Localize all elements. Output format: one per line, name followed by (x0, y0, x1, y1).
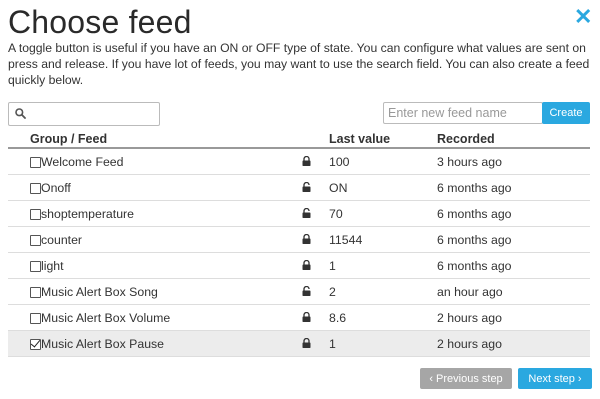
dialog-description: A toggle button is useful if you have an… (8, 41, 590, 87)
column-header-group-feed: Group / Feed (8, 131, 329, 149)
feed-recorded: 2 hours ago (437, 304, 590, 331)
feed-name: Music Alert Box Volume (41, 304, 299, 331)
table-row[interactable]: Welcome Feed 100 3 hours ago (8, 148, 590, 175)
feed-name: Onoff (41, 174, 299, 201)
row-checkbox-cell[interactable] (8, 252, 41, 279)
feeds-table: Group / Feed Last value Recorded Welcome… (8, 131, 590, 357)
create-button[interactable]: Create (542, 102, 590, 124)
feed-recorded: an hour ago (437, 278, 590, 305)
feed-recorded: 6 months ago (437, 226, 590, 253)
row-checkbox-cell[interactable] (8, 174, 41, 201)
row-checkbox-cell[interactable] (8, 226, 41, 253)
unlock-icon (302, 285, 311, 299)
lock-cell (299, 304, 329, 331)
row-checkbox[interactable] (30, 286, 41, 298)
next-step-button[interactable]: Next step › (518, 368, 592, 389)
row-checkbox[interactable] (30, 260, 41, 272)
table-row[interactable]: Onoff ON 6 months ago (8, 174, 590, 201)
feed-recorded: 6 months ago (437, 200, 590, 227)
lock-icon (302, 337, 311, 351)
column-header-recorded: Recorded (437, 131, 590, 149)
row-checkbox[interactable] (30, 312, 41, 324)
lock-cell (299, 174, 329, 201)
row-checkbox-cell[interactable] (8, 304, 41, 331)
search-icon (15, 108, 26, 119)
row-checkbox-cell[interactable] (8, 330, 41, 357)
row-checkbox[interactable] (30, 182, 41, 194)
feed-name: Welcome Feed (41, 148, 299, 175)
lock-icon (302, 233, 311, 247)
table-row[interactable]: light 1 6 months ago (8, 252, 590, 279)
row-checkbox[interactable] (30, 234, 41, 246)
feed-last-value: 8.6 (329, 304, 437, 331)
page-title: Choose feed (8, 4, 192, 40)
table-row[interactable]: Music Alert Box Song 2 an hour ago (8, 278, 590, 305)
unlock-icon (302, 181, 311, 195)
unlock-icon (302, 207, 311, 221)
feed-name: light (41, 252, 299, 279)
row-checkbox-cell[interactable] (8, 200, 41, 227)
feed-last-value: 70 (329, 200, 437, 227)
feed-last-value: 1 (329, 252, 437, 279)
lock-cell (299, 200, 329, 227)
feed-last-value: 2 (329, 278, 437, 305)
lock-icon (302, 155, 311, 169)
row-checkbox[interactable] (30, 156, 41, 168)
feed-recorded: 2 hours ago (437, 330, 590, 357)
feed-name: shoptemperature (41, 200, 299, 227)
table-row[interactable]: Music Alert Box Pause 1 2 hours ago (8, 330, 590, 357)
feed-last-value: 11544 (329, 226, 437, 253)
row-checkbox-cell[interactable] (8, 148, 41, 175)
feed-name: counter (41, 226, 299, 253)
new-feed-input[interactable] (383, 102, 543, 124)
lock-cell (299, 148, 329, 175)
lock-icon (302, 311, 311, 325)
feed-recorded: 6 months ago (437, 174, 590, 201)
previous-step-button[interactable]: ‹ Previous step (420, 368, 512, 389)
table-row[interactable]: Music Alert Box Volume 8.6 2 hours ago (8, 304, 590, 331)
table-header-row: Group / Feed Last value Recorded (8, 131, 590, 149)
feed-last-value: ON (329, 174, 437, 201)
feed-last-value: 100 (329, 148, 437, 175)
row-checkbox-cell[interactable] (8, 278, 41, 305)
table-row[interactable]: shoptemperature 70 6 months ago (8, 200, 590, 227)
feed-name: Music Alert Box Song (41, 278, 299, 305)
row-checkbox[interactable] (30, 208, 41, 220)
feed-last-value: 1 (329, 330, 437, 357)
close-icon[interactable]: ✕ (574, 6, 592, 28)
lock-cell (299, 330, 329, 357)
lock-icon (302, 259, 311, 273)
feed-recorded: 6 months ago (437, 252, 590, 279)
lock-cell (299, 252, 329, 279)
column-header-last-value: Last value (329, 131, 437, 149)
lock-cell (299, 226, 329, 253)
search-input[interactable] (31, 103, 157, 125)
search-box[interactable] (8, 102, 160, 126)
feed-recorded: 3 hours ago (437, 148, 590, 175)
table-row[interactable]: counter 11544 6 months ago (8, 226, 590, 253)
lock-cell (299, 278, 329, 305)
row-checkbox[interactable] (30, 338, 41, 350)
feed-name: Music Alert Box Pause (41, 330, 299, 357)
